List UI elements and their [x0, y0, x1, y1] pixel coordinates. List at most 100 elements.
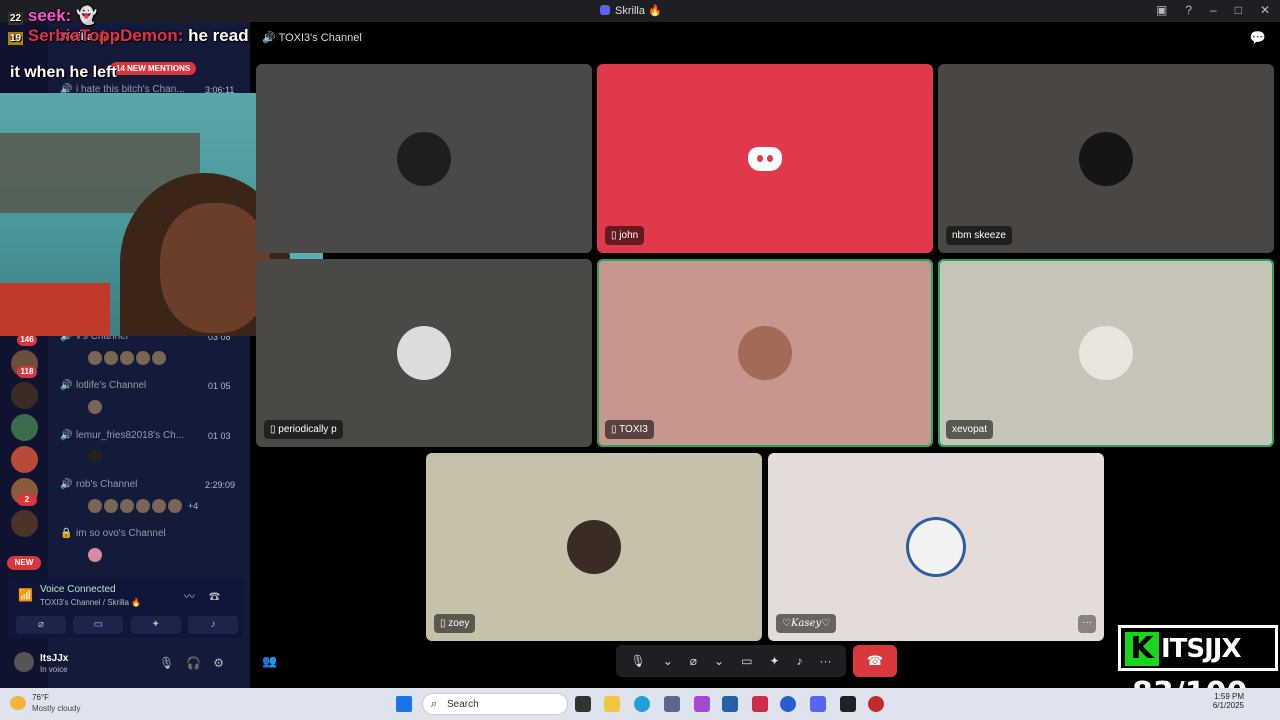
avatar	[152, 499, 166, 513]
participant-tile-speaking[interactable]: xevopat	[938, 259, 1274, 447]
signal-icon[interactable]: 📶	[18, 588, 33, 602]
app-icon[interactable]	[868, 696, 884, 712]
inbox-icon[interactable]: ▣	[1156, 3, 1167, 17]
gear-icon[interactable]: ⚙	[213, 656, 236, 670]
chevron-down-icon[interactable]: ⌄	[663, 654, 673, 668]
weather-temperature: 76°F	[32, 693, 49, 702]
discord-taskbar-icon[interactable]	[810, 696, 826, 712]
voice-status: Voice Connected	[40, 584, 116, 595]
participant-avatar	[567, 520, 621, 574]
store-icon[interactable]	[722, 696, 738, 712]
participant-tile[interactable]: ▯ john	[597, 64, 933, 253]
discord-icon	[600, 5, 610, 15]
soundboard-button[interactable]: ♪	[797, 654, 803, 668]
channel-duration: 2:29:09	[205, 480, 236, 490]
system-clock[interactable]: 1:59 PM 6/1/2025	[1213, 692, 1244, 710]
app-icon[interactable]	[664, 696, 680, 712]
server-icon[interactable]	[11, 510, 38, 537]
chevron-down-icon[interactable]: ⌄	[714, 654, 724, 668]
more-participants: +4	[188, 501, 199, 511]
screen-share-button[interactable]: ▭	[741, 654, 752, 668]
chat-message: he read	[188, 26, 249, 45]
invite-people-icon[interactable]: 👥	[262, 654, 277, 668]
camera-off-button[interactable]: ⌀	[16, 616, 66, 634]
soundboard-button[interactable]: ♪	[187, 616, 238, 634]
user-status: In voice	[40, 665, 68, 674]
server-icon[interactable]	[11, 446, 38, 473]
chat-overlay-line1: 22 seek: 👻 19 SerbiaToppDemon: he read	[8, 6, 249, 46]
maximize-button[interactable]: □	[1235, 3, 1242, 17]
voice-controls: 〰☎	[184, 588, 234, 604]
camera-button[interactable]: ⌀	[690, 654, 697, 668]
file-explorer-icon[interactable]	[604, 696, 620, 712]
server-icon[interactable]	[11, 414, 38, 441]
epic-games-icon[interactable]	[840, 696, 856, 712]
channel-participants	[88, 548, 102, 562]
server-mention-badge: 2	[17, 494, 37, 506]
ghost-emote-icon: 👻	[76, 6, 98, 25]
participant-tile[interactable]: ♡Kasey♡ ···	[768, 453, 1104, 641]
call-header: 🔊 TOXI3's Channel	[262, 31, 362, 44]
participant-avatar	[1079, 131, 1133, 186]
participant-avatar	[397, 326, 451, 380]
participant-avatar	[397, 131, 451, 186]
app-icon[interactable]	[694, 696, 710, 712]
tile-more-options-button[interactable]: ···	[1078, 615, 1096, 633]
channel-participants	[88, 449, 102, 463]
brand-text: ITSJJX	[1161, 634, 1242, 664]
window-title: Skrilla 🔥	[600, 4, 662, 17]
voice-location[interactable]: TOXI3's Channel / Skrilla 🔥	[40, 598, 141, 607]
task-view-icon[interactable]	[575, 696, 591, 712]
taskbar-search[interactable]: ⌕ Search	[422, 693, 568, 715]
user-avatar[interactable]	[14, 652, 34, 672]
app-icon[interactable]	[780, 696, 796, 712]
voice-channel[interactable]: 🔒 im so ovo's Channel	[60, 528, 166, 539]
channel-participants: +4	[88, 499, 198, 513]
voice-channel[interactable]: 🔊 lemur_fries82018's Ch...	[60, 430, 184, 441]
windows-start-button[interactable]	[396, 696, 412, 712]
minimize-button[interactable]: –	[1210, 3, 1217, 17]
participant-name: ▯ john	[605, 226, 645, 245]
avatar	[136, 499, 150, 513]
server-icon[interactable]	[11, 382, 38, 409]
disconnect-button[interactable]: ☎	[853, 645, 897, 677]
participant-avatar	[738, 326, 792, 380]
server-mention-badge: 118	[17, 366, 37, 378]
chat-username: seek:	[27, 6, 72, 25]
voice-channel[interactable]: 🔊 lotlife's Channel	[60, 380, 146, 391]
microphone-icon[interactable]: 🎙	[159, 656, 186, 670]
app-icon[interactable]	[752, 696, 768, 712]
edge-icon[interactable]	[634, 696, 650, 712]
microphone-button[interactable]: 🎙	[631, 654, 646, 668]
disconnect-icon[interactable]: ☎	[209, 591, 234, 603]
participant-tile[interactable]	[256, 64, 592, 253]
headphones-icon[interactable]: 🎧	[186, 656, 213, 670]
windows-taskbar: 76°F Mostly cloudy ⌕ Search 1:59 PM 6/1/2…	[0, 688, 1280, 720]
more-options-button[interactable]: ···	[820, 654, 832, 668]
close-button[interactable]: ✕	[1260, 3, 1270, 17]
channel-name: lemur_fries82018's Ch...	[76, 430, 185, 441]
participant-tile[interactable]: nbm skeeze	[938, 64, 1274, 253]
search-icon: ⌕	[431, 698, 438, 710]
new-mentions-pill[interactable]: 14 NEW MENTIONS	[110, 62, 197, 75]
participant-avatar	[909, 520, 963, 574]
noise-suppression-icon[interactable]: 〰	[184, 591, 209, 603]
avatar	[88, 400, 102, 414]
activities-button[interactable]: ✦	[769, 654, 779, 668]
open-chat-icon[interactable]: 💬	[1250, 30, 1266, 46]
screen-share-button[interactable]: ▭	[73, 616, 124, 634]
webcam-person-face	[160, 203, 270, 333]
participant-tile-speaking[interactable]: ▯ TOXI3	[597, 259, 933, 447]
avatar	[88, 449, 102, 463]
help-icon[interactable]: ?	[1185, 3, 1192, 17]
channel-name: im so ovo's Channel	[76, 528, 166, 539]
avatar	[120, 499, 134, 513]
voice-channel[interactable]: 🔊 rob's Channel	[60, 479, 137, 490]
participant-tile[interactable]: ▯ periodically p	[256, 259, 592, 447]
channel-user-count: 01 03	[208, 431, 231, 441]
participant-tile[interactable]: ▯ zoey	[426, 453, 762, 641]
activities-button[interactable]: ✦	[130, 616, 181, 634]
speaker-icon: 🔊	[60, 430, 73, 441]
avatar	[168, 499, 182, 513]
participant-name: ▯ periodically p	[264, 420, 343, 439]
